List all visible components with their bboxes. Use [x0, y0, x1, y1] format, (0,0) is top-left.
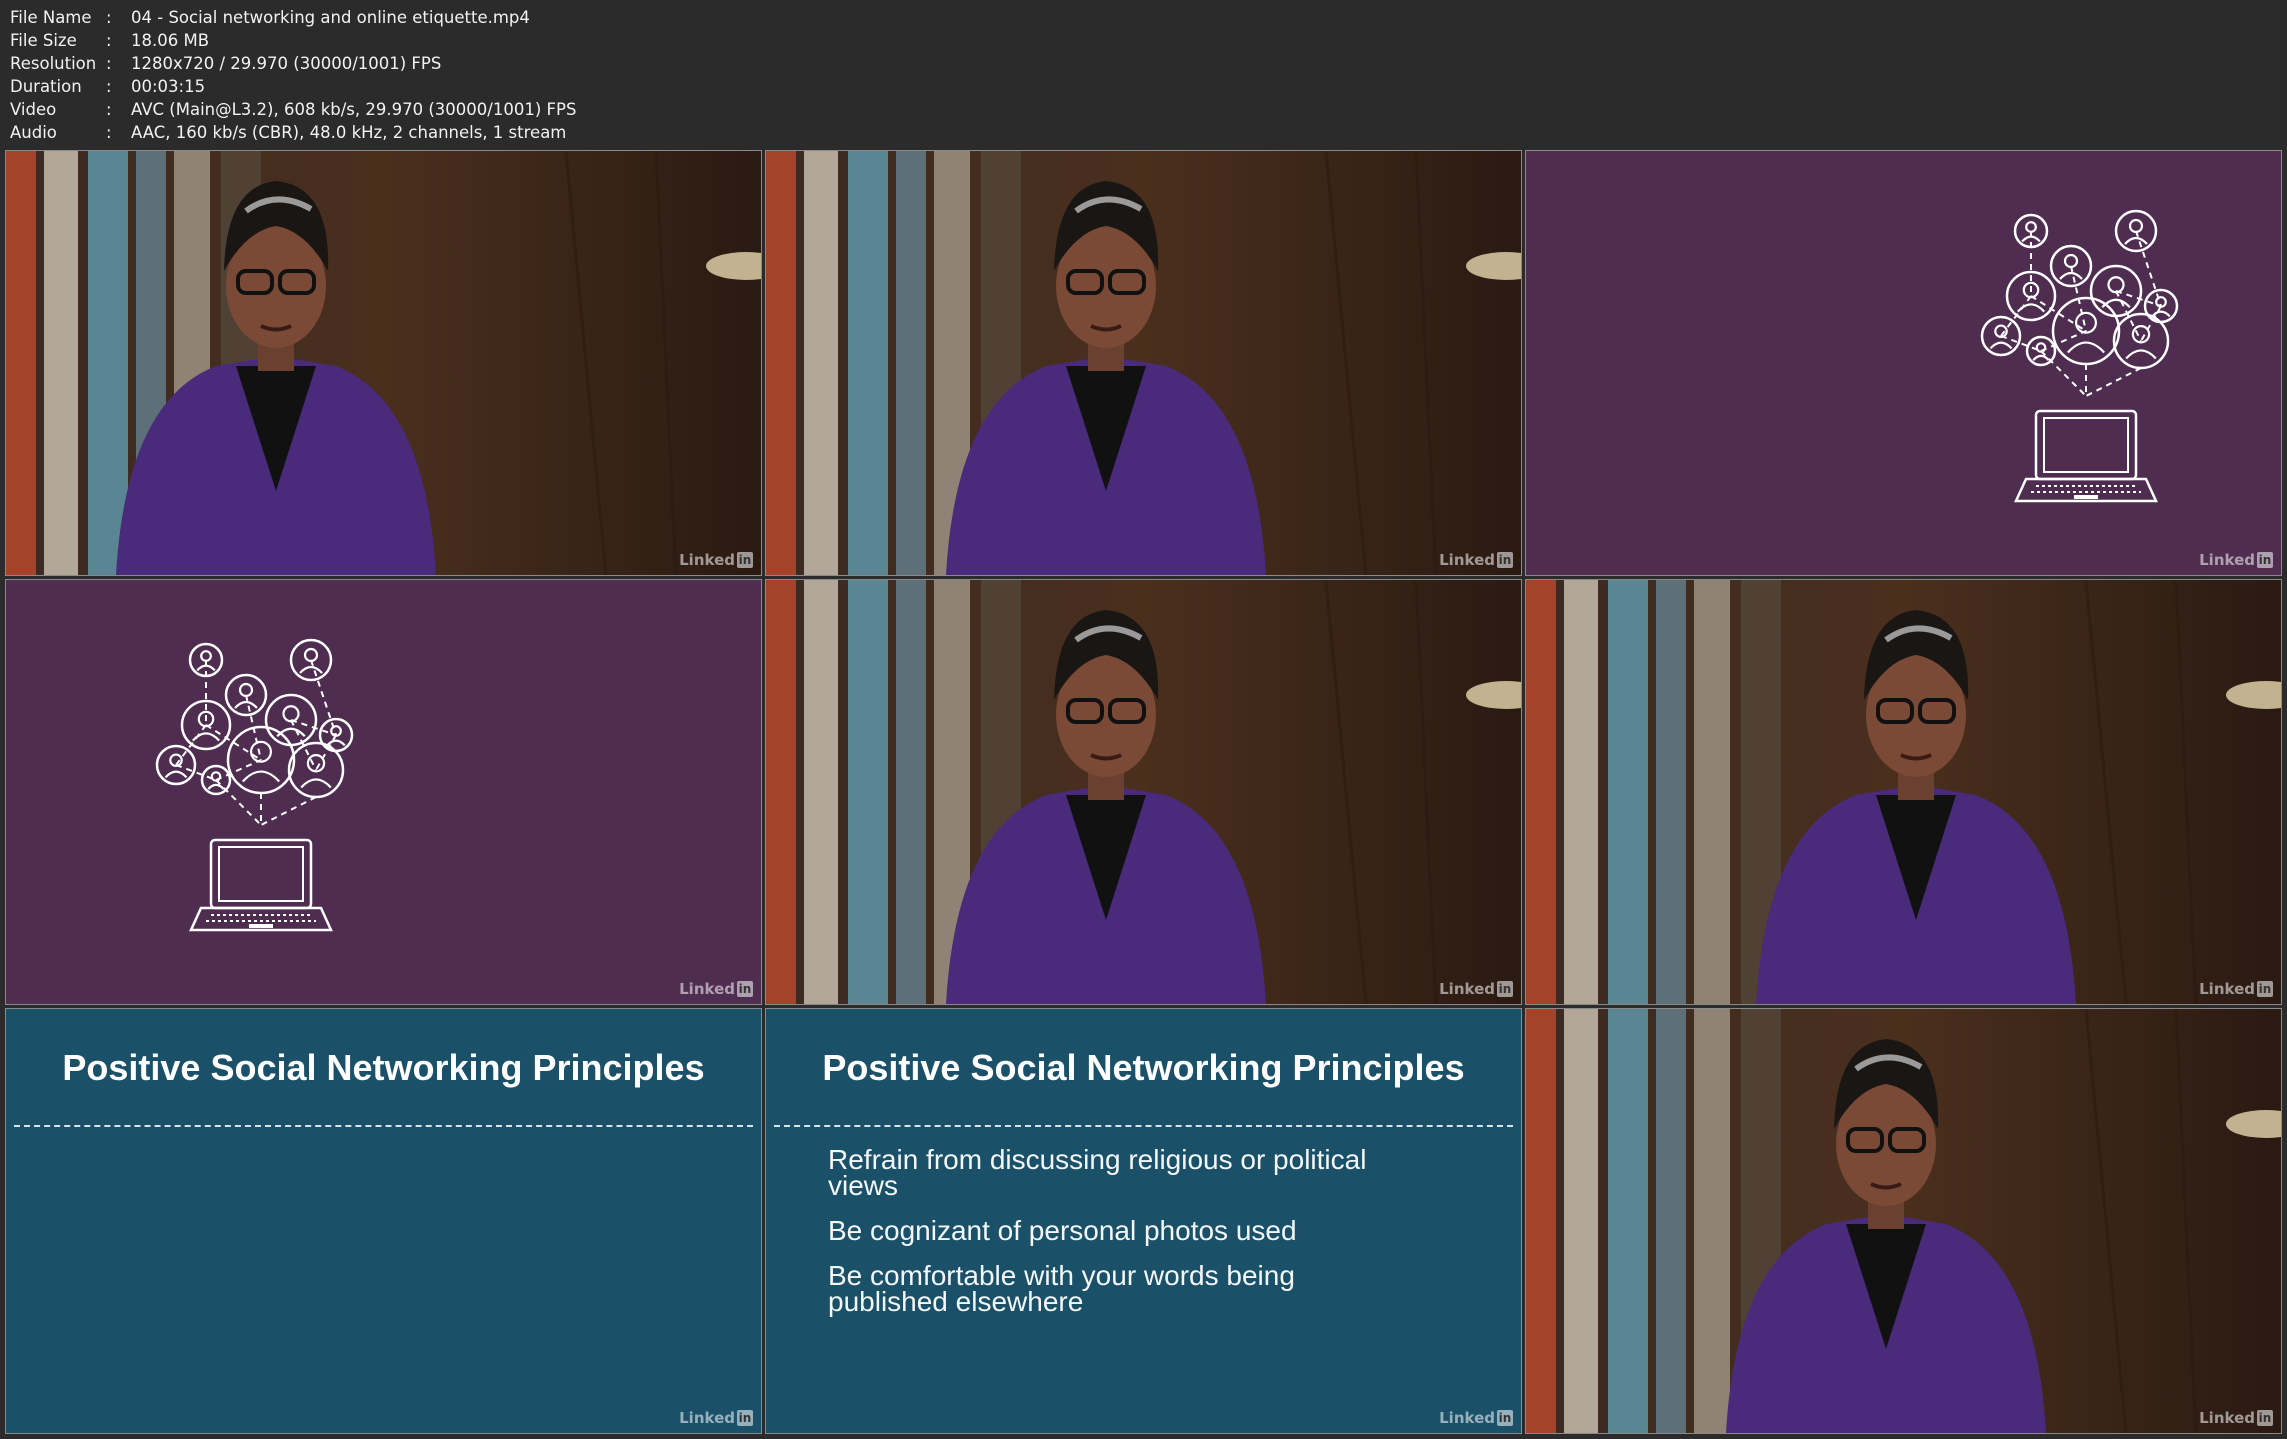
meta-key: Duration: [10, 77, 82, 96]
slide-title: Positive Social Networking Principles: [62, 1047, 705, 1088]
video-thumbnail-network-graphic: Linked in: [5, 579, 762, 1005]
video-thumbnail-slide: Positive Social Networking Principles Lin…: [5, 1008, 762, 1434]
thumbnail-grid: Linked in Linked in Linked in Linked in Linked in…: [5, 150, 2282, 1434]
meta-separator: :: [106, 100, 112, 119]
linkedin-watermark: Linked in: [2199, 980, 2273, 998]
meta-separator: :: [106, 77, 112, 96]
video-thumbnail-presenter: Linked in: [765, 150, 1522, 576]
meta-value: 04 - Social networking and online etique…: [131, 8, 530, 27]
linkedin-watermark: Linked in: [1439, 980, 1513, 998]
linkedin-text: Linked: [1439, 1409, 1495, 1427]
linkedin-logo-icon: in: [1497, 552, 1513, 568]
slide-divider: [14, 1125, 753, 1127]
meta-key: Video: [10, 100, 57, 119]
linkedin-logo-icon: in: [2257, 552, 2273, 568]
video-thumbnail-presenter: Linked in: [765, 579, 1522, 1005]
meta-row-duration: Duration:00:03:15: [10, 75, 576, 98]
linkedin-text: Linked: [1439, 551, 1495, 569]
meta-separator: :: [106, 8, 112, 27]
video-thumbnail-presenter: Linked in: [1525, 1008, 2282, 1434]
meta-value: 18.06 MB: [131, 31, 210, 50]
linkedin-text: Linked: [2199, 1409, 2255, 1427]
linkedin-watermark: Linked in: [1439, 551, 1513, 569]
linkedin-logo-icon: in: [737, 981, 753, 997]
meta-separator: :: [106, 123, 112, 142]
meta-row-resolution: Resolution:1280x720 / 29.970 (30000/1001…: [10, 52, 576, 75]
linkedin-text: Linked: [679, 1409, 735, 1427]
linkedin-watermark: Linked in: [679, 551, 753, 569]
linkedin-logo-icon: in: [2257, 1410, 2273, 1426]
social-network-illustration: [1526, 151, 2281, 575]
meta-value: 00:03:15: [131, 77, 206, 96]
presenter-frame-image: [1526, 1009, 2281, 1433]
file-metadata: File Name:04 - Social networking and onl…: [10, 6, 576, 144]
meta-key: Resolution: [10, 54, 97, 73]
linkedin-watermark: Linked in: [1439, 1409, 1513, 1427]
meta-key: Audio: [10, 123, 57, 142]
meta-value: AVC (Main@L3.2), 608 kb/s, 29.970 (30000…: [131, 100, 577, 119]
meta-separator: :: [106, 31, 112, 50]
meta-value: AAC, 160 kb/s (CBR), 48.0 kHz, 2 channel…: [131, 123, 567, 142]
meta-key: File Name: [10, 8, 92, 27]
meta-row-file-size: File Size:18.06 MB: [10, 29, 576, 52]
linkedin-text: Linked: [679, 980, 735, 998]
slide-title: Positive Social Networking Principles: [822, 1047, 1465, 1088]
linkedin-text: Linked: [2199, 980, 2255, 998]
slide-bullet-list: Refrain from discussing religious or pol…: [828, 1144, 1388, 1334]
meta-row-video: Video: AVC (Main@L3.2), 608 kb/s, 29.970 …: [10, 98, 576, 121]
presenter-frame-image: [766, 151, 1521, 575]
meta-separator: :: [106, 54, 112, 73]
linkedin-text: Linked: [2199, 551, 2255, 569]
linkedin-text: Linked: [1439, 980, 1495, 998]
linkedin-logo-icon: in: [737, 552, 753, 568]
video-thumbnail-presenter: Linked in: [1525, 579, 2282, 1005]
slide-divider: [774, 1125, 1513, 1127]
presenter-frame-image: [1526, 580, 2281, 1004]
presenter-frame-image: [766, 580, 1521, 1004]
meta-value: 1280x720 / 29.970 (30000/1001) FPS: [131, 54, 442, 73]
video-thumbnail-slide: Positive Social Networking Principles Ref…: [765, 1008, 1522, 1434]
linkedin-logo-icon: in: [737, 1410, 753, 1426]
linkedin-watermark: Linked in: [2199, 551, 2273, 569]
meta-row-audio: Audio: AAC, 160 kb/s (CBR), 48.0 kHz, 2 c…: [10, 121, 576, 144]
video-thumbnail-network-graphic: Linked in: [1525, 150, 2282, 576]
slide-bullet: Refrain from discussing religious or pol…: [828, 1144, 1367, 1201]
linkedin-watermark: Linked in: [2199, 1409, 2273, 1427]
linkedin-text: Linked: [679, 551, 735, 569]
slide-bullet: Be comfortable with your words being pub…: [828, 1260, 1295, 1317]
meta-key: File Size: [10, 31, 77, 50]
video-thumbnail-presenter: Linked in: [5, 150, 762, 576]
slide-bullet: Be cognizant of personal photos used: [828, 1215, 1297, 1246]
linkedin-logo-icon: in: [2257, 981, 2273, 997]
linkedin-watermark: Linked in: [679, 1409, 753, 1427]
linkedin-logo-icon: in: [1497, 981, 1513, 997]
presenter-frame-image: [6, 151, 761, 575]
meta-row-file-name: File Name:04 - Social networking and onl…: [10, 6, 576, 29]
linkedin-watermark: Linked in: [679, 980, 753, 998]
linkedin-logo-icon: in: [1497, 1410, 1513, 1426]
social-network-illustration: [6, 580, 761, 1004]
